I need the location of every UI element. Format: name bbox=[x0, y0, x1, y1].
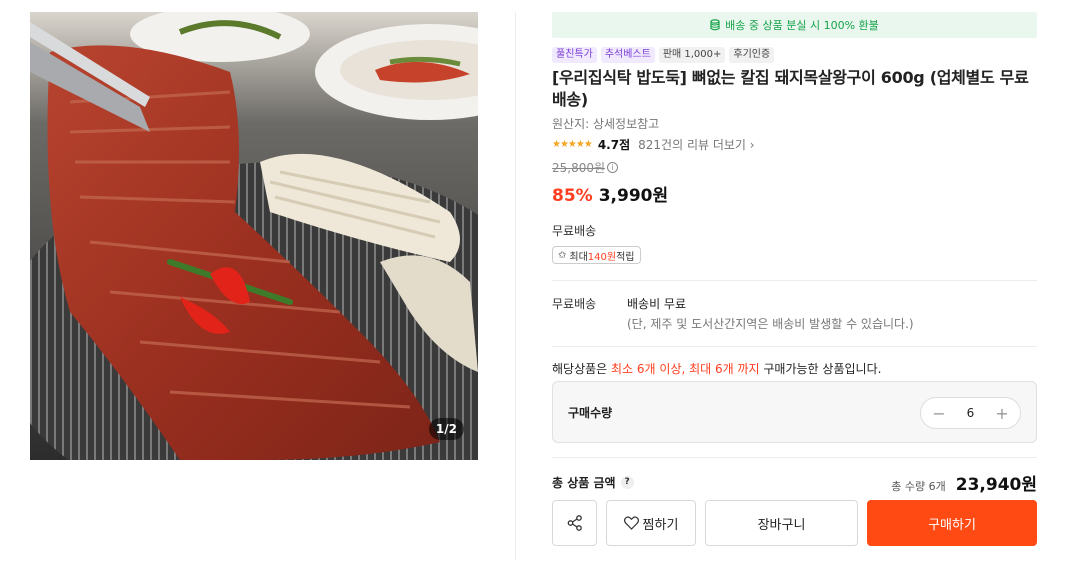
product-title: [우리집식탁 밥도둑] 뼈없는 칼집 돼지목살왕구이 600g (업체별도 무료… bbox=[552, 68, 1029, 109]
share-icon bbox=[567, 515, 582, 531]
divider bbox=[552, 280, 1037, 281]
shipping-fee: 배송비 무료 bbox=[627, 297, 687, 311]
limit-prefix: 해당상품은 bbox=[552, 362, 612, 376]
purchase-limit-notice: 해당상품은 최소 6개 이상, 최대 6개 까지 구매가능한 상품입니다. bbox=[552, 360, 1037, 377]
original-price-row: 25,800원 i bbox=[552, 159, 1037, 176]
help-icon[interactable]: ? bbox=[620, 476, 634, 489]
chevron-right-icon: › bbox=[749, 138, 755, 152]
total-count: 총 수량 6개 bbox=[891, 480, 946, 493]
wish-button[interactable]: 찜하기 bbox=[606, 500, 696, 546]
vertical-divider bbox=[515, 12, 516, 560]
divider bbox=[552, 346, 1037, 347]
total-row: 총 상품 금액 ? 총 수량 6개 23,940원 bbox=[552, 470, 1037, 495]
refund-banner: 배송 중 상품 분실 시 100% 환불 bbox=[552, 12, 1037, 38]
cart-button-label: 장바구니 bbox=[757, 517, 806, 533]
total-price: 23,940원 bbox=[955, 475, 1037, 495]
badge-sales-count: 판매 1,000+ bbox=[658, 47, 726, 63]
product-info-panel: 배송 중 상품 분실 시 100% 환불 풀친특가 추석베스트 판매 1,000… bbox=[552, 12, 1037, 391]
badge-review-verified: 후기인증 bbox=[729, 47, 775, 63]
reviews-link[interactable]: 821건의 리뷰 더보기 › bbox=[638, 136, 754, 153]
coin-stack-icon bbox=[710, 19, 720, 31]
point-star-icon: ✩ bbox=[558, 249, 567, 261]
original-price: 25,800원 bbox=[552, 161, 606, 175]
reviews-link-label: 821건의 리뷰 더보기 bbox=[638, 138, 746, 152]
buy-button-label: 구매하기 bbox=[928, 517, 976, 533]
quantity-value[interactable]: 6 bbox=[967, 406, 975, 420]
badge-special-price: 풀친특가 bbox=[552, 47, 597, 63]
image-counter: 1/2 bbox=[428, 418, 464, 440]
sale-price: 3,990원 bbox=[598, 186, 669, 206]
rating-score: 4.7점 bbox=[597, 138, 631, 152]
point-chip: ✩ 최대 140원 적립 bbox=[552, 246, 641, 264]
point-prefix: 최대 bbox=[569, 251, 588, 263]
cart-button[interactable]: 장바구니 bbox=[705, 500, 858, 546]
shipping-info-key: 무료배송 bbox=[552, 297, 597, 311]
shipping-label: 무료배송 bbox=[552, 224, 597, 238]
badge-chuseok-best: 추석베스트 bbox=[600, 47, 655, 63]
plus-button[interactable]: + bbox=[994, 404, 1010, 423]
quantity-stepper: − 6 + bbox=[920, 397, 1021, 429]
info-icon[interactable]: i bbox=[607, 162, 619, 173]
heart-icon bbox=[623, 516, 639, 530]
discount-rate: 85% bbox=[552, 186, 593, 206]
wish-button-label: 찜하기 bbox=[642, 517, 679, 533]
product-image[interactable]: 1/2 bbox=[30, 12, 478, 460]
refund-banner-text: 배송 중 상품 분실 시 100% 환불 bbox=[725, 19, 879, 32]
shipping-note: (단, 제주 및 도서산간지역은 배송비 발생할 수 있습니다.) bbox=[627, 317, 914, 331]
limit-suffix: 구매가능한 상품입니다. bbox=[759, 362, 882, 376]
limit-highlight: 최소 6개 이상, 최대 6개 까지 bbox=[611, 362, 760, 376]
quantity-label: 구매수량 bbox=[568, 406, 613, 420]
star-rating-icon: ★★★★★ bbox=[552, 139, 593, 150]
total-summary: 총 수량 6개 23,940원 bbox=[891, 470, 1037, 495]
point-suffix: 적립 bbox=[616, 251, 635, 263]
action-buttons: 찜하기 장바구니 구매하기 bbox=[552, 500, 1037, 546]
badge-list: 풀친특가 추석베스트 판매 1,000+ 후기인증 bbox=[552, 47, 1037, 63]
total-label: 총 상품 금액 bbox=[552, 476, 616, 490]
quantity-box: 구매수량 − 6 + bbox=[552, 381, 1037, 443]
minus-button[interactable]: − bbox=[931, 404, 947, 423]
rating-row: ★★★★★ 4.7점 821건의 리뷰 더보기 › bbox=[552, 136, 1037, 153]
buy-button[interactable]: 구매하기 bbox=[867, 500, 1037, 546]
share-button[interactable] bbox=[552, 500, 597, 546]
price-row: 85% 3,990원 bbox=[552, 181, 1037, 206]
grilled-pork-photo bbox=[30, 12, 478, 460]
point-amount: 140원 bbox=[587, 251, 617, 263]
divider bbox=[552, 457, 1037, 458]
shipping-info: 무료배송 배송비 무료 (단, 제주 및 도서산간지역은 배송비 발생할 수 있… bbox=[552, 295, 1037, 332]
origin-info: 원산지: 상세정보참고 bbox=[552, 117, 660, 131]
